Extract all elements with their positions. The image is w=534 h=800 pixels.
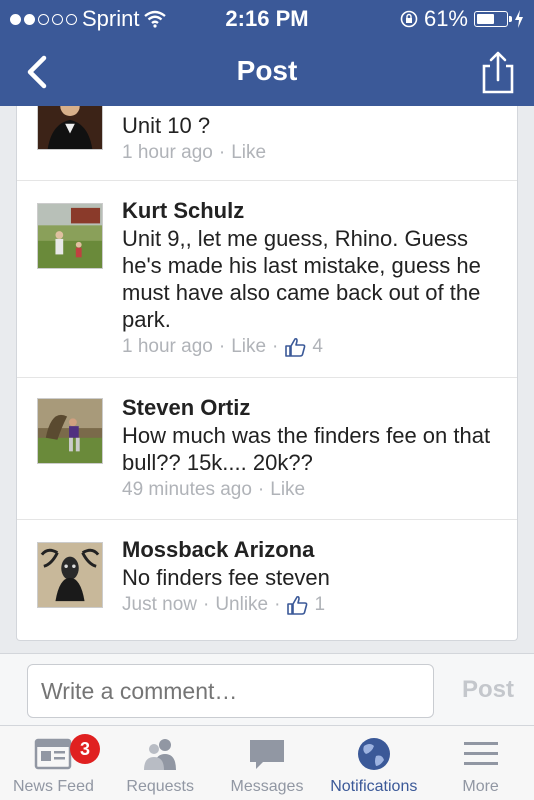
comment-composer: Post: [0, 653, 534, 725]
tab-more[interactable]: More: [427, 726, 534, 800]
comment-meta: Just now · Unlike · 1: [122, 591, 502, 619]
like-count: 4: [312, 336, 323, 357]
commenter-name[interactable]: Kurt Schulz: [122, 197, 502, 225]
avatar[interactable]: [37, 106, 103, 150]
like-link[interactable]: Like: [231, 139, 266, 167]
comment-meta: 1 hour ago · Like · 4: [122, 333, 502, 361]
meta-separator: ·: [274, 594, 281, 615]
more-menu-icon: [463, 742, 498, 765]
comment-item: Steven Ortiz How much was the finders fe…: [17, 378, 517, 520]
battery-icon: [474, 11, 512, 27]
comment-input[interactable]: [27, 664, 434, 718]
page-title: Post: [236, 55, 298, 86]
unlike-link[interactable]: Unlike: [215, 591, 268, 619]
tab-bar: 3 News Feed Requests Messages Notificati…: [0, 725, 534, 800]
tab-notifications[interactable]: Notifications: [320, 726, 427, 800]
status-right: 61%: [400, 6, 524, 32]
tab-messages[interactable]: Messages: [214, 726, 321, 800]
like-link[interactable]: Like: [270, 476, 305, 504]
avatar[interactable]: [37, 203, 103, 269]
notification-badge: 3: [70, 734, 100, 764]
comment-item: Mossback Arizona No finders fee steven J…: [17, 520, 517, 640]
requests-icon: [144, 739, 177, 770]
share-icon[interactable]: [480, 50, 516, 94]
like-count: 1: [314, 594, 326, 615]
thumbs-up-icon[interactable]: [284, 337, 306, 357]
comment-meta: 1 hour ago · Like: [122, 139, 502, 167]
comment-item: Kurt Schulz Unit 9,, let me guess, Rhino…: [17, 181, 517, 378]
avatar[interactable]: [37, 542, 103, 608]
tab-label: Messages: [230, 778, 304, 795]
thumbs-up-icon[interactable]: [286, 595, 308, 615]
comment-list: Unit 10 ? 1 hour ago · Like Kurt Schulz …: [16, 106, 518, 641]
comment-time: Just now: [122, 594, 197, 615]
meta-separator: ·: [272, 336, 279, 357]
comment-text: No finders fee steven: [122, 565, 330, 590]
status-bar: Sprint 2:16 PM 61%: [0, 0, 534, 38]
comment-meta: 49 minutes ago · Like: [122, 476, 502, 504]
tab-news-feed[interactable]: 3 News Feed: [0, 726, 107, 800]
tab-label: More: [462, 778, 499, 795]
comment-item: Unit 10 ? 1 hour ago · Like: [17, 106, 517, 181]
post-comment-button[interactable]: Post: [462, 676, 514, 704]
notifications-globe-icon: [357, 738, 390, 770]
like-link[interactable]: Like: [231, 333, 266, 361]
nav-bar: Post: [0, 38, 534, 106]
comment-time: 1 hour ago: [122, 336, 213, 357]
comment-text: Unit 10 ?: [122, 113, 211, 138]
charging-icon: [515, 10, 523, 28]
news-feed-icon: [35, 738, 72, 770]
comment-text: Unit 9,, let me guess, Rhino. Guess he's…: [122, 226, 481, 332]
comment-text: How much was the finders fee on that bul…: [122, 423, 491, 475]
comment-time: 1 hour ago: [122, 142, 213, 163]
meta-separator: ·: [218, 142, 226, 163]
meta-separator: ·: [202, 594, 210, 615]
comment-time: 49 minutes ago: [122, 479, 252, 500]
tab-label: News Feed: [12, 778, 94, 795]
commenter-name[interactable]: Mossback Arizona: [122, 536, 502, 564]
tab-label: Requests: [126, 778, 194, 795]
orientation-lock-icon: [400, 10, 418, 28]
tab-label: Notifications: [330, 778, 418, 795]
meta-separator: ·: [218, 336, 226, 357]
tab-requests[interactable]: Requests: [107, 726, 214, 800]
meta-separator: ·: [257, 479, 265, 500]
avatar[interactable]: [37, 398, 103, 464]
commenter-name[interactable]: Steven Ortiz: [122, 394, 502, 422]
battery-percent: 61%: [423, 6, 468, 31]
messages-icon: [249, 740, 284, 769]
